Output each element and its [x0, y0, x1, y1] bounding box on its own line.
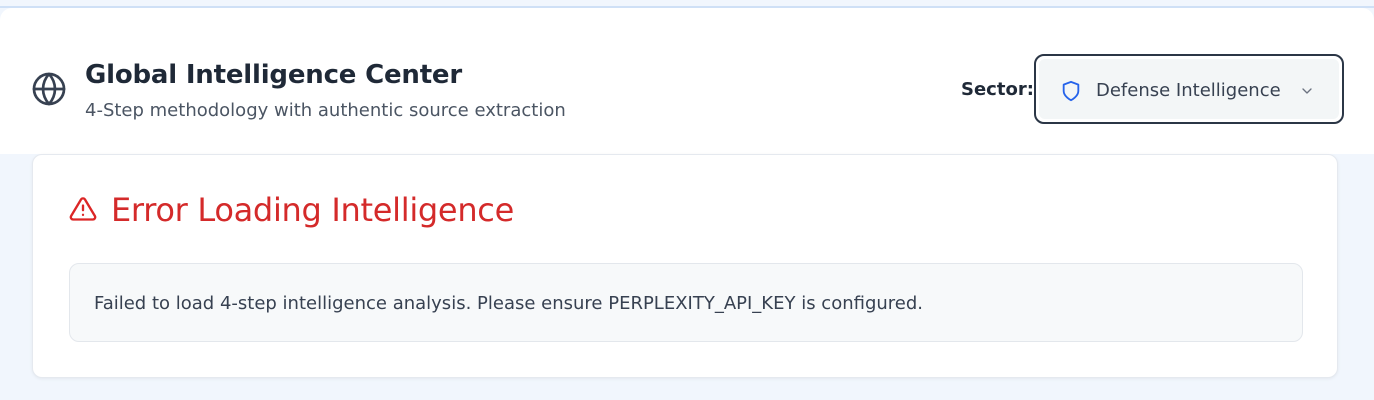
error-title: Error Loading Intelligence	[111, 191, 514, 229]
error-message: Failed to load 4-step intelligence analy…	[94, 293, 924, 314]
error-card: Error Loading Intelligence Failed to loa…	[32, 154, 1338, 378]
shield-icon	[1060, 79, 1082, 103]
sector-select-inner[interactable]: Defense Intelligence	[1039, 59, 1339, 119]
sector-select[interactable]: Defense Intelligence	[1034, 54, 1344, 124]
error-message-box: Failed to load 4-step intelligence analy…	[69, 263, 1303, 342]
chevron-down-icon	[1299, 83, 1315, 99]
sector-label: Sector:	[961, 79, 1034, 100]
page-subtitle: 4-Step methodology with authentic source…	[85, 100, 566, 121]
sector-select-value: Defense Intelligence	[1096, 80, 1281, 101]
alert-triangle-icon	[68, 195, 98, 223]
globe-icon	[31, 71, 67, 107]
page-title: Global Intelligence Center	[85, 60, 462, 90]
page-header: Global Intelligence Center 4-Step method…	[0, 8, 1374, 154]
